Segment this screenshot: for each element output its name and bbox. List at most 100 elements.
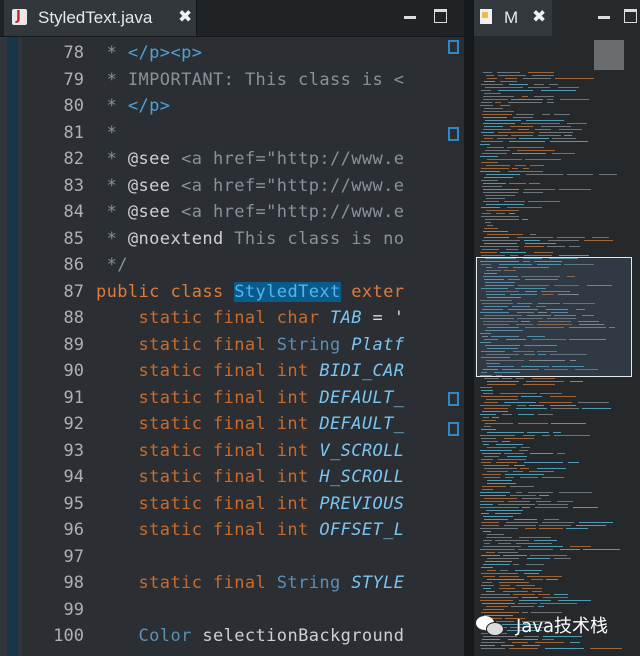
minimap-line [496, 213, 505, 214]
code-line[interactable]: static final int DEFAULT_ [96, 414, 405, 434]
minimap-line [507, 147, 544, 148]
minimap-line [483, 576, 495, 577]
left-ruler [0, 37, 22, 656]
code-line[interactable]: * [96, 123, 117, 143]
minimap-line [486, 204, 524, 205]
overview-ruler[interactable] [442, 37, 464, 656]
overview-marker[interactable] [448, 392, 459, 406]
minimize-icon[interactable] [404, 16, 416, 19]
minimap-view-icon [480, 9, 492, 24]
code-line[interactable]: static final int DEFAULT_ [96, 387, 405, 408]
line-number: 95 [63, 493, 84, 514]
minimap-line [516, 114, 534, 115]
code-line[interactable]: public class StyledText exter [96, 281, 404, 302]
line-number: 78 [63, 43, 84, 63]
code-line[interactable]: static final String Platf [96, 335, 405, 355]
overview-marker[interactable] [448, 127, 459, 141]
code-line[interactable]: * @see <a href="http://www.e [96, 149, 404, 169]
minimap-line [567, 123, 587, 124]
minimap-tab[interactable]: M ✖ [474, 0, 552, 36]
code-line[interactable]: static final int H_SCROLL [96, 467, 405, 487]
minimap-line [516, 492, 522, 493]
code-line[interactable]: static final int V_SCROLL [96, 441, 405, 461]
minimap-line [484, 243, 517, 244]
minimap-line [480, 144, 490, 145]
maximize-icon[interactable] [624, 9, 637, 23]
minimap-line [497, 138, 516, 139]
editor-tabbar: J StyledText.java ✖ [0, 0, 464, 37]
minimap-line [511, 606, 534, 607]
minimap-line [539, 402, 572, 403]
minimap-line [483, 129, 511, 130]
minimap-line [498, 552, 518, 553]
line-number: 80 [63, 96, 84, 116]
code-token: < [393, 69, 405, 90]
minimize-icon[interactable] [598, 16, 610, 19]
minimap-line [482, 441, 498, 442]
minimap-line [486, 210, 519, 211]
code-line[interactable]: static final char TAB = ' [96, 308, 404, 328]
code-line[interactable]: static final int PREVIOUS [96, 494, 405, 514]
code-line[interactable]: * @see <a href="http://www.e [96, 202, 404, 222]
minimap-line [583, 549, 620, 550]
minimap-line [507, 207, 542, 208]
minimap-line [481, 462, 491, 463]
minimap-line [484, 108, 503, 109]
code-token: BIDI_CAR [319, 361, 405, 381]
minimap-line [538, 594, 550, 595]
code-line[interactable]: * </p> [96, 96, 170, 116]
minimap-line [481, 648, 505, 649]
minimap-line [487, 432, 524, 433]
close-tab-icon[interactable]: ✖ [178, 7, 192, 27]
code-token: TAB [329, 308, 362, 328]
editor-tab[interactable]: J StyledText.java ✖ [4, 0, 197, 36]
pane-divider[interactable] [464, 0, 474, 656]
minimap-line [522, 96, 528, 97]
minimap-line [485, 120, 521, 121]
code-line[interactable]: * IMPORTANT: This class is < [96, 70, 404, 90]
minimap-line [484, 126, 503, 127]
maximize-icon[interactable] [434, 9, 447, 23]
minimap-line [526, 564, 544, 565]
minimap-line [483, 564, 510, 565]
code-line[interactable]: static final int OFFSET_L [96, 520, 405, 540]
code-line[interactable]: */ [96, 255, 128, 275]
minimap-line [516, 378, 524, 379]
minimap-line [530, 165, 544, 166]
minimap-line [487, 159, 522, 160]
code-line[interactable]: Color selectionBackground [96, 626, 404, 646]
code-token: static final int [96, 387, 320, 408]
code-line[interactable]: static final int BIDI_CAR [96, 361, 405, 381]
close-minimap-icon[interactable]: ✖ [532, 7, 546, 27]
minimap-line [527, 432, 549, 433]
minimap-line [524, 240, 540, 241]
code-token: * IMPORTANT: This class is [96, 69, 394, 90]
minimap-line [498, 504, 535, 505]
minimap-line [497, 72, 520, 73]
code-token: * [96, 122, 118, 143]
minimap-viewport[interactable] [476, 257, 632, 377]
code-area[interactable]: * </p><p> * IMPORTANT: This class is < *… [96, 37, 442, 656]
overview-marker[interactable] [448, 40, 459, 54]
minimap-line [480, 435, 515, 436]
minimap-line [514, 519, 537, 520]
code-line[interactable]: * @noextend This class is no [96, 229, 404, 249]
code-line[interactable]: * @see <a href="http://www.e [96, 176, 404, 196]
overview-marker[interactable] [448, 422, 459, 436]
minimap-line [560, 549, 580, 550]
minimap-line [483, 96, 514, 97]
minimap-line [516, 543, 552, 544]
line-number: 98 [63, 573, 84, 593]
minimap-line [559, 189, 591, 190]
minimap-line [486, 510, 523, 511]
code-line[interactable]: * </p><p> [96, 43, 202, 63]
code-line[interactable]: static final String STYLE [96, 573, 405, 593]
minimap-line [481, 555, 500, 556]
minimap-line [566, 528, 588, 529]
minimap-line [582, 408, 611, 409]
minimap-line [521, 396, 542, 397]
minimap-line [483, 183, 506, 184]
minimap-line [570, 381, 583, 382]
code-token: * [96, 96, 128, 116]
code-editor[interactable]: J StyledText.java ✖ 78 79 80 81 82 83 84 85 86 87… [0, 0, 464, 656]
